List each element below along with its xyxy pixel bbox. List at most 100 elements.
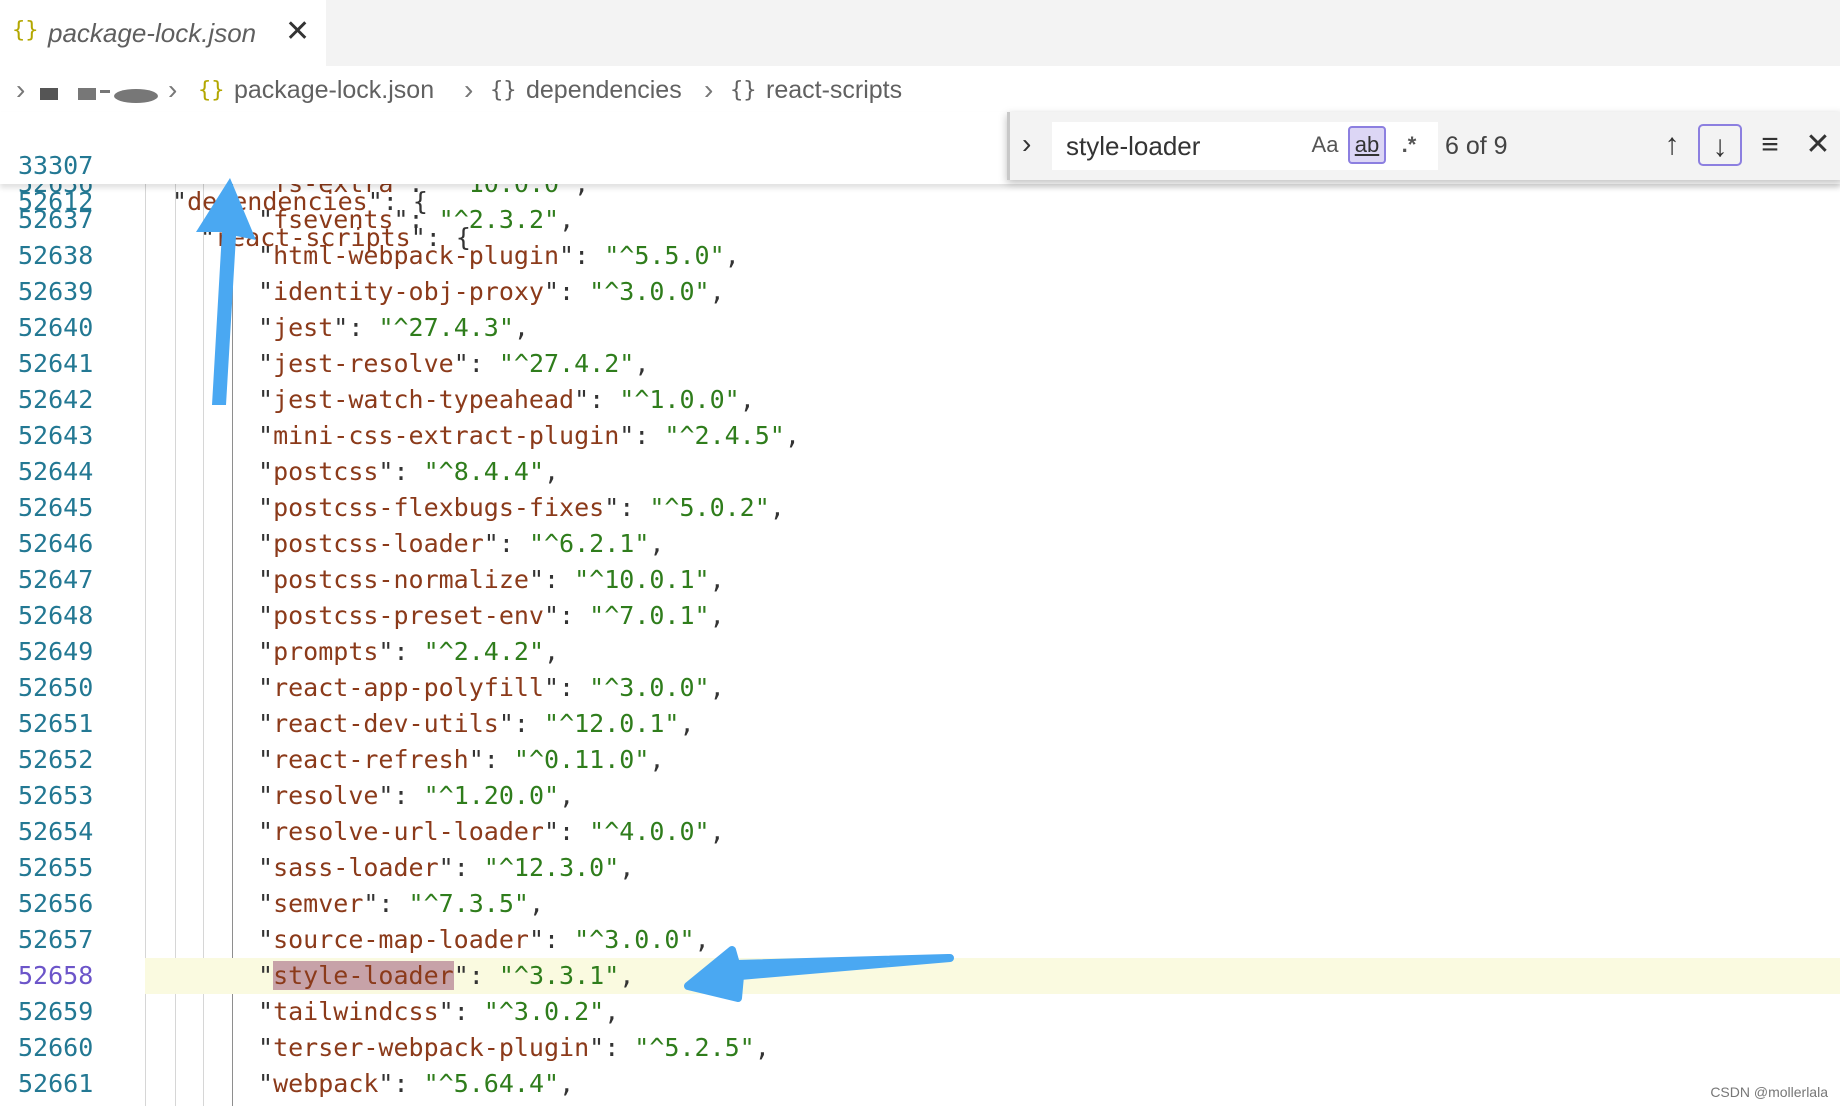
json-value: ^5.64.4 [438, 1069, 544, 1098]
editor-tab[interactable]: {} package-lock.json ✕ [0, 0, 326, 66]
line-number: 52656 [18, 889, 94, 918]
code-line[interactable]: 52642 "jest-watch-typeahead": "^1.0.0", [0, 382, 1840, 418]
code-text: "prompts": "^2.4.2", [258, 637, 560, 666]
code-line[interactable]: 52644 "postcss": "^8.4.4", [0, 454, 1840, 490]
code-line[interactable]: 52641 "jest-resolve": "^27.4.2", [0, 346, 1840, 382]
code-line[interactable]: 52656 "semver": "^7.3.5", [0, 886, 1840, 922]
match-case-toggle[interactable]: Aa [1306, 126, 1344, 164]
json-key: jest-watch-typeahead [273, 385, 575, 414]
line-number: 52641 [18, 349, 94, 378]
code-line[interactable]: 52646 "postcss-loader": "^6.2.1", [0, 526, 1840, 562]
line-number: 52654 [18, 817, 94, 846]
code-text: "style-loader": "^3.3.1", [258, 961, 635, 990]
code-text: "postcss-flexbugs-fixes": "^5.0.2", [258, 493, 785, 522]
json-value: ^27.4.2 [513, 349, 620, 378]
line-number: 52640 [18, 313, 94, 342]
line-number: 52648 [18, 601, 94, 630]
code-text: "react-refresh": "^0.11.0", [258, 745, 665, 774]
code-editor[interactable]: 33307 "dependencies": { 52612 "react-scr… [0, 112, 1840, 1106]
json-key: tailwindcss [273, 997, 439, 1026]
next-match-button[interactable]: ↓ [1698, 124, 1742, 166]
code-text: "resolve-url-loader": "^4.0.0", [258, 817, 725, 846]
code-text: "webpack": "^5.64.4", [258, 1069, 575, 1098]
code-line[interactable]: 52648 "postcss-preset-env": "^7.0.1", [0, 598, 1840, 634]
code-line[interactable]: 52647 "postcss-normalize": "^10.0.1", [0, 562, 1840, 598]
previous-match-button[interactable]: ↑ [1650, 124, 1694, 166]
line-number: 52650 [18, 673, 94, 702]
code-line[interactable]: 52652 "react-refresh": "^0.11.0", [0, 742, 1840, 778]
json-key: terser-webpack-plugin [273, 1033, 590, 1062]
json-key: source-map-loader [273, 925, 529, 954]
match-whole-word-toggle[interactable]: ab [1348, 126, 1386, 164]
json-value: ^7.0.1 [604, 601, 695, 630]
code-line[interactable]: 52645 "postcss-flexbugs-fixes": "^5.0.2", [0, 490, 1840, 526]
line-number: 52661 [18, 1069, 94, 1098]
use-regex-toggle[interactable]: .* [1390, 126, 1428, 164]
code-line-active[interactable]: 52658 "style-loader": "^3.3.1", [0, 958, 1840, 994]
code-line[interactable]: 52657 "source-map-loader": "^3.0.0", [0, 922, 1840, 958]
json-value: ^2.4.5 [679, 421, 770, 450]
code-line[interactable]: 52640 "jest": "^27.4.3", [0, 310, 1840, 346]
json-key: react-app-polyfill [273, 673, 544, 702]
code-text: "jest-watch-typeahead": "^1.0.0", [258, 385, 755, 414]
code-text: "resolve": "^1.20.0", [258, 781, 575, 810]
json-key: postcss [273, 457, 379, 486]
breadcrumb-item-file[interactable]: package-lock.json [234, 76, 434, 105]
json-value: ^0.11.0 [528, 745, 635, 774]
code-text: "postcss-loader": "^6.2.1", [258, 529, 665, 558]
code-line[interactable]: 52655 "sass-loader": "^12.3.0", [0, 850, 1840, 886]
code-line[interactable]: 52650 "react-app-polyfill": "^3.0.0", [0, 670, 1840, 706]
json-braces-icon: {} [198, 78, 225, 103]
chevron-right-icon: › [16, 74, 26, 105]
code-line[interactable]: 52653 "resolve": "^1.20.0", [0, 778, 1840, 814]
close-find-button[interactable]: ✕ [1796, 124, 1840, 166]
json-value: ^12.3.0 [498, 853, 605, 882]
code-text: "source-map-loader": "^3.0.0", [258, 925, 710, 954]
folder-path-icon [40, 88, 158, 103]
code-text: "dependencies": { [172, 187, 428, 216]
json-value: ^3.0.0 [589, 925, 680, 954]
json-key: resolve [273, 781, 379, 810]
json-key: jest [273, 313, 334, 342]
line-number: 52651 [18, 709, 94, 738]
close-icon[interactable]: ✕ [285, 14, 310, 49]
code-text: "postcss-normalize": "^10.0.1", [258, 565, 725, 594]
code-line[interactable]: 52651 "react-dev-utils": "^12.0.1", [0, 706, 1840, 742]
code-line[interactable]: 52654 "resolve-url-loader": "^4.0.0", [0, 814, 1840, 850]
code-line[interactable]: 52661 "webpack": "^5.64.4", [0, 1066, 1840, 1102]
code-line[interactable]: 52649 "prompts": "^2.4.2", [0, 634, 1840, 670]
tab-bar: {} package-lock.json ✕ [0, 0, 1840, 66]
code-line[interactable]: 52643 "mini-css-extract-plugin": "^2.4.5"… [0, 418, 1840, 454]
chevron-right-icon[interactable]: › [1022, 128, 1031, 160]
code-text: "tailwindcss": "^3.0.2", [258, 997, 620, 1026]
json-key-search-match: style-loader [273, 961, 454, 990]
find-widget: › Aa ab .* 6 of 9 ↑ ↓ ≡ ✕ [1007, 112, 1840, 180]
line-number: 52643 [18, 421, 94, 450]
object-braces-icon: {} [730, 78, 757, 103]
json-key: react-dev-utils [273, 709, 499, 738]
chevron-right-icon: › [704, 74, 714, 105]
json-value: ^1.20.0 [438, 781, 544, 810]
code-line[interactable]: 52659 "tailwindcss": "^3.0.2", [0, 994, 1840, 1030]
find-in-selection-button[interactable]: ≡ [1748, 124, 1792, 166]
json-key: mini-css-extract-plugin [273, 421, 620, 450]
json-value: ^3.0.0 [604, 277, 695, 306]
code-text: "mini-css-extract-plugin": "^2.4.5", [258, 421, 800, 450]
code-text: "postcss": "^8.4.4", [258, 457, 560, 486]
code-punctuation: : { [425, 223, 471, 252]
breadcrumb-item-dependencies[interactable]: dependencies [526, 76, 682, 105]
line-number: 52644 [18, 457, 94, 486]
breadcrumb-item-react-scripts[interactable]: react-scripts [766, 76, 902, 105]
json-key: postcss-loader [273, 529, 484, 558]
code-text: "react-dev-utils": "^12.0.1", [258, 709, 695, 738]
json-value: ^8.4.4 [438, 457, 529, 486]
code-line[interactable]: 52660 "terser-webpack-plugin": "^5.2.5", [0, 1030, 1840, 1066]
json-value: ^6.2.1 [544, 529, 635, 558]
json-value: ^5.0.2 [664, 493, 755, 522]
line-number: 52660 [18, 1033, 94, 1062]
line-number: 52653 [18, 781, 94, 810]
json-value: ^7.3.5 [423, 889, 514, 918]
code-line[interactable]: 52639 "identity-obj-proxy": "^3.0.0", [0, 274, 1840, 310]
line-number: 52652 [18, 745, 94, 774]
find-match-count: 6 of 9 [1445, 132, 1508, 160]
